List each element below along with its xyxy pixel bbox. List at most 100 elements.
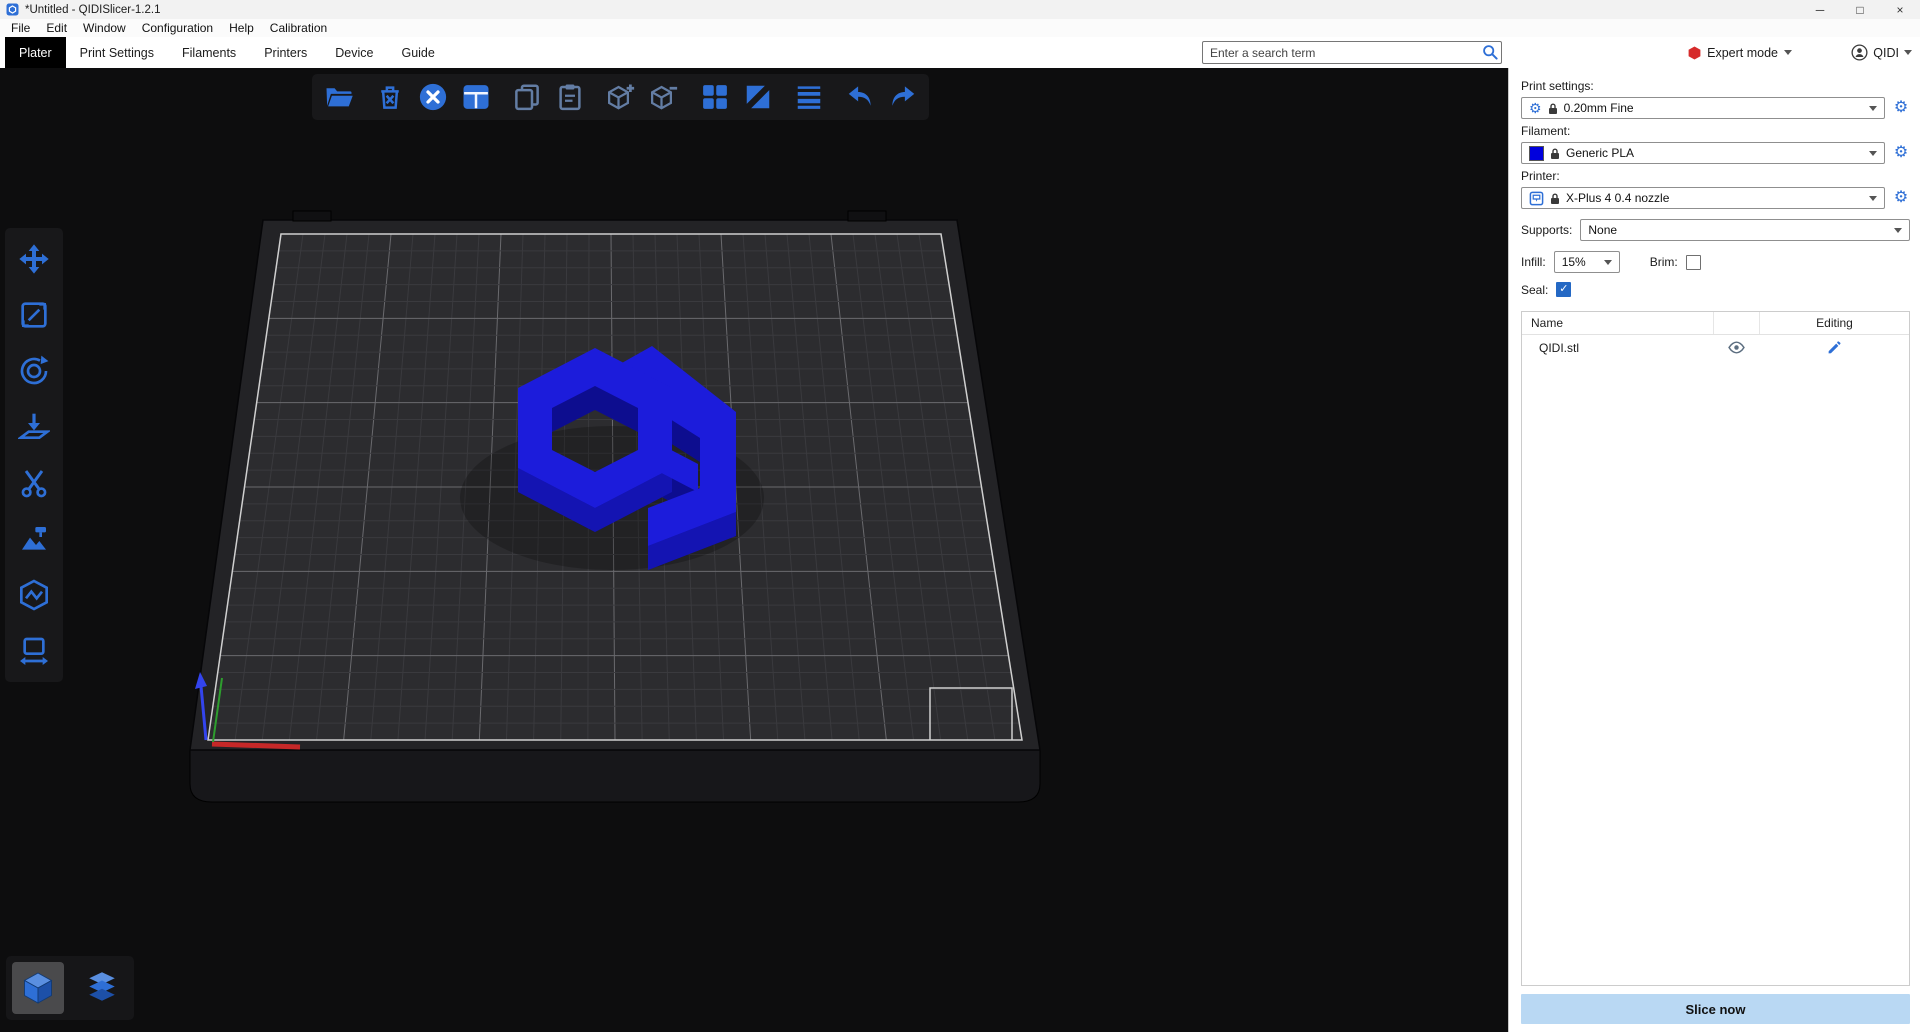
paste-button[interactable] — [548, 76, 591, 119]
delete-icon — [375, 82, 405, 112]
title-bar: *Untitled - QIDISlicer-1.2.1 ─ □ × — [0, 0, 1920, 19]
object-list-header: Name Editing — [1522, 312, 1909, 335]
menu-item-calibration[interactable]: Calibration — [262, 19, 335, 37]
seam-painting-button[interactable] — [12, 573, 56, 617]
filament-gear-button[interactable]: ⚙ — [1892, 145, 1910, 161]
preview-view-button[interactable] — [76, 962, 128, 1014]
place-on-face-button[interactable] — [12, 405, 56, 449]
expert-mode-icon — [1688, 46, 1701, 60]
filament-color-swatch — [1529, 146, 1544, 161]
tab-filaments[interactable]: Filaments — [168, 37, 250, 68]
tab-printers[interactable]: Printers — [250, 37, 321, 68]
paint-on-supports-icon — [18, 523, 50, 555]
object-name: QIDI.stl — [1522, 341, 1713, 355]
edit-object-button[interactable] — [1759, 335, 1909, 360]
brim-label: Brim: — [1650, 255, 1678, 269]
search-icon — [1482, 44, 1498, 65]
lock-icon — [1548, 102, 1558, 115]
filament-select[interactable]: Generic PLA — [1521, 142, 1885, 164]
brim-checkbox[interactable] — [1686, 255, 1701, 270]
search-input[interactable] — [1202, 41, 1502, 64]
plater-toolbar — [312, 74, 929, 120]
object-list-row[interactable]: QIDI.stl — [1522, 335, 1909, 360]
supports-value: None — [1588, 223, 1888, 237]
filament-label: Filament: — [1521, 124, 1910, 138]
editing-column-header: Editing — [1759, 312, 1909, 334]
editor-view-icon — [20, 970, 56, 1006]
printer-gear-button[interactable]: ⚙ — [1892, 190, 1910, 206]
variable-layer-height-button[interactable] — [787, 76, 830, 119]
edit-object-icon — [1827, 341, 1841, 355]
mirror-button[interactable] — [12, 629, 56, 673]
slice-now-button[interactable]: Slice now — [1521, 994, 1910, 1024]
account-dropdown[interactable]: QIDI — [1851, 37, 1912, 68]
print-settings-gear-button[interactable]: ⚙ — [1892, 100, 1910, 116]
printer-label: Printer: — [1521, 169, 1910, 183]
split-objects-button[interactable] — [693, 76, 736, 119]
delete-all-button[interactable] — [411, 76, 454, 119]
arrange-button[interactable] — [454, 76, 497, 119]
chevron-down-icon — [1604, 260, 1612, 265]
move-button[interactable] — [12, 237, 56, 281]
place-on-face-icon — [18, 411, 50, 443]
redo-button[interactable] — [881, 76, 924, 119]
printer-select[interactable]: X-Plus 4 0.4 nozzle — [1521, 187, 1885, 209]
tab-plater[interactable]: Plater — [5, 37, 66, 68]
eye-icon — [1728, 341, 1745, 354]
minimize-button[interactable]: ─ — [1800, 0, 1840, 19]
name-column-header: Name — [1522, 316, 1713, 330]
window-title: *Untitled - QIDISlicer-1.2.1 — [25, 4, 161, 16]
menu-item-window[interactable]: Window — [75, 19, 134, 37]
expert-mode-dropdown[interactable]: Expert mode — [1688, 37, 1792, 68]
seal-checkbox[interactable]: ✓ — [1556, 282, 1571, 297]
menu-item-help[interactable]: Help — [221, 19, 262, 37]
infill-select[interactable]: 15% — [1554, 251, 1620, 273]
visibility-toggle[interactable] — [1713, 335, 1759, 360]
add-instance-button[interactable] — [599, 76, 642, 119]
paint-on-supports-button[interactable] — [12, 517, 56, 561]
filament-value: Generic PLA — [1566, 146, 1863, 160]
add-instance-icon — [606, 82, 636, 112]
print-settings-label: Print settings: — [1521, 79, 1910, 93]
delete-button[interactable] — [368, 76, 411, 119]
rotate-button[interactable] — [12, 349, 56, 393]
tab-guide[interactable]: Guide — [387, 37, 448, 68]
expert-mode-label: Expert mode — [1707, 46, 1778, 60]
redo-icon — [888, 82, 918, 112]
open-file-button[interactable] — [317, 76, 360, 119]
3d-scene[interactable] — [0, 68, 1508, 1032]
lock-icon — [1550, 147, 1560, 160]
cut-icon — [18, 467, 50, 499]
undo-button[interactable] — [838, 76, 881, 119]
scale-button[interactable] — [12, 293, 56, 337]
close-button[interactable]: × — [1880, 0, 1920, 19]
supports-select[interactable]: None — [1580, 219, 1910, 241]
tab-device[interactable]: Device — [321, 37, 387, 68]
3d-viewport[interactable] — [0, 68, 1508, 1032]
cut-button[interactable] — [12, 461, 56, 505]
maximize-button[interactable]: □ — [1840, 0, 1880, 19]
move-icon — [18, 243, 50, 275]
delete-all-icon — [418, 82, 448, 112]
object-list: Name Editing QIDI.stl — [1521, 311, 1910, 986]
arrange-icon — [461, 82, 491, 112]
tab-print-settings[interactable]: Print Settings — [66, 37, 168, 68]
view-mode-toggles — [6, 956, 134, 1020]
chevron-down-icon — [1894, 228, 1902, 233]
split-parts-button[interactable] — [736, 76, 779, 119]
remove-instance-button[interactable] — [642, 76, 685, 119]
copy-button[interactable] — [505, 76, 548, 119]
gear-icon: ⚙ — [1529, 101, 1542, 115]
chevron-down-icon — [1869, 106, 1877, 111]
print-settings-select[interactable]: ⚙ 0.20mm Fine — [1521, 97, 1885, 119]
lock-icon — [1550, 192, 1560, 205]
scale-icon — [18, 299, 50, 331]
infill-value: 15% — [1562, 255, 1598, 269]
menu-item-edit[interactable]: Edit — [38, 19, 75, 37]
paste-icon — [555, 82, 585, 112]
account-label: QIDI — [1873, 46, 1899, 60]
menu-item-configuration[interactable]: Configuration — [134, 19, 221, 37]
editor-view-button[interactable] — [12, 962, 64, 1014]
chevron-down-icon — [1869, 196, 1877, 201]
menu-item-file[interactable]: File — [3, 19, 38, 37]
